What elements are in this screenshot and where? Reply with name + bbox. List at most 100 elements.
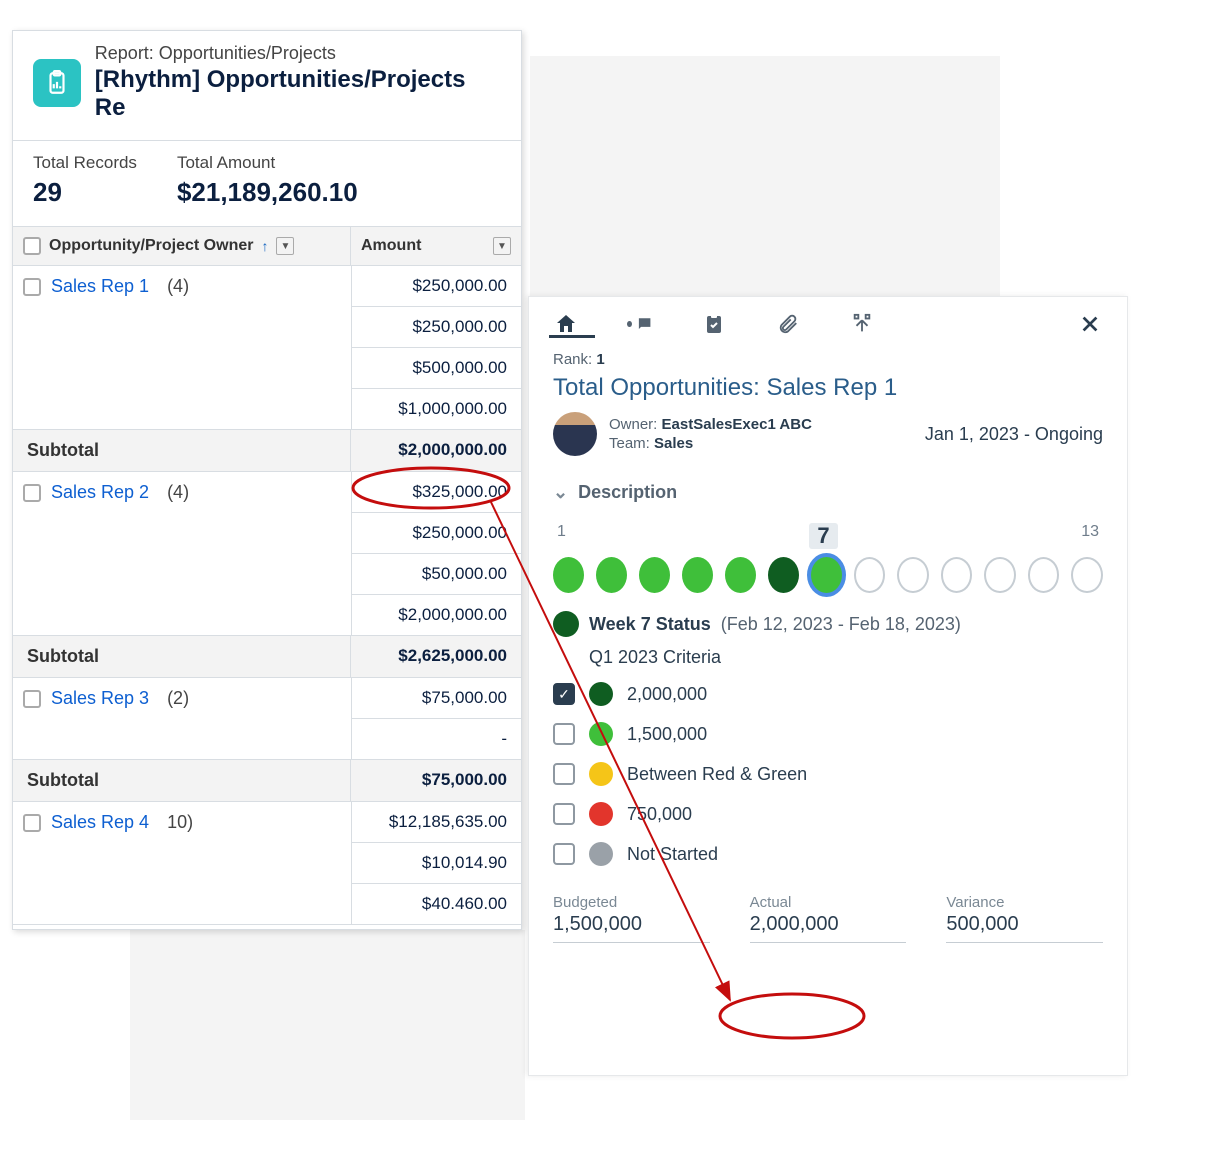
status-color-dot xyxy=(553,611,579,637)
group-owner-link[interactable]: Sales Rep 1 xyxy=(51,276,149,297)
home-icon[interactable] xyxy=(553,311,579,337)
criteria-checkbox[interactable] xyxy=(553,843,575,865)
criteria-row[interactable]: 1,500,000 xyxy=(553,722,1103,746)
avatar[interactable] xyxy=(553,412,597,456)
budgeted-actual-variance: Budgeted 1,500,000 Actual 2,000,000 Vari… xyxy=(553,894,1103,943)
tasks-icon[interactable] xyxy=(701,311,727,337)
status-title: Week 7 Status xyxy=(589,614,711,635)
amount-cell: $10,014.90 xyxy=(352,843,521,884)
close-icon[interactable] xyxy=(1077,311,1103,337)
criteria-label: Not Started xyxy=(627,844,718,865)
variance-label: Variance xyxy=(946,894,1103,911)
group-owner-link[interactable]: Sales Rep 2 xyxy=(51,482,149,503)
week-dot[interactable] xyxy=(1071,557,1103,593)
detail-tabs xyxy=(529,297,1127,337)
amount-cell: $250,000.00 xyxy=(352,307,521,348)
team-label: Team: xyxy=(609,435,650,452)
week-dot[interactable] xyxy=(596,557,627,593)
group-owner-link[interactable]: Sales Rep 4 xyxy=(51,812,149,833)
detail-title[interactable]: Total Opportunities: Sales Rep 1 xyxy=(553,374,1103,402)
report-totals: Total Records 29 Total Amount $21,189,26… xyxy=(13,141,521,227)
owner-column-menu[interactable]: ▼ xyxy=(276,237,294,255)
report-name: [Rhythm] Opportunities/Projects Re xyxy=(95,66,501,122)
criteria-label: 750,000 xyxy=(627,804,692,825)
criteria-row[interactable]: Between Red & Green xyxy=(553,762,1103,786)
actual-value[interactable]: 2,000,000 xyxy=(750,911,907,943)
criteria-color-dot xyxy=(589,722,613,746)
week-start: 1 xyxy=(557,523,566,549)
amount-column-menu[interactable]: ▼ xyxy=(493,237,511,255)
report-header: Report: Opportunities/Projects [Rhythm] … xyxy=(13,31,521,141)
background-block xyxy=(130,930,525,1120)
description-toggle[interactable]: ⌄ Description xyxy=(553,482,1103,503)
criteria-checkbox[interactable] xyxy=(553,803,575,825)
total-records-value: 29 xyxy=(33,177,137,208)
group-checkbox[interactable] xyxy=(23,814,41,832)
amount-cell: $50,000.00 xyxy=(352,554,521,595)
total-amount-value: $21,189,260.10 xyxy=(177,177,358,208)
owner-row: Owner: EastSalesExec1 ABC Team: Sales Ja… xyxy=(553,412,1103,456)
group-checkbox[interactable] xyxy=(23,690,41,708)
criteria-label: 1,500,000 xyxy=(627,724,707,745)
week-dot[interactable] xyxy=(768,557,799,593)
actual-label: Actual xyxy=(750,894,907,911)
group-checkbox[interactable] xyxy=(23,484,41,502)
detail-panel: Rank: 1 Total Opportunities: Sales Rep 1… xyxy=(528,296,1128,1076)
week-scale: 1 7 13 xyxy=(553,523,1103,549)
attachments-icon[interactable] xyxy=(775,311,801,337)
criteria-checkbox[interactable]: ✓ xyxy=(553,683,575,705)
budgeted-label: Budgeted xyxy=(553,894,710,911)
budgeted-value[interactable]: 1,500,000 xyxy=(553,911,710,943)
subtotal-row: Subtotal$2,625,000.00 xyxy=(13,636,521,678)
group-row: Sales Rep 3(2)$75,000.00- xyxy=(13,678,521,760)
criteria-row[interactable]: ✓2,000,000 xyxy=(553,682,1103,706)
criteria-checkbox[interactable] xyxy=(553,763,575,785)
amount-cell: $250,000.00 xyxy=(352,266,521,307)
owner-column-header[interactable]: Opportunity/Project Owner xyxy=(49,237,253,255)
week-dot[interactable] xyxy=(941,557,973,593)
amount-cell: - xyxy=(352,719,521,759)
subtotal-label: Subtotal xyxy=(13,760,351,801)
amount-column-header[interactable]: Amount xyxy=(361,237,421,255)
criteria-color-dot xyxy=(589,762,613,786)
total-amount-label: Total Amount xyxy=(177,153,358,173)
week-dot[interactable] xyxy=(897,557,929,593)
amount-cell: $325,000.00 xyxy=(352,472,521,513)
comments-icon[interactable] xyxy=(627,311,653,337)
amount-cell: $12,185,635.00 xyxy=(352,802,521,843)
report-type-label: Report: Opportunities/Projects xyxy=(95,43,501,64)
subtotal-value: $2,625,000.00 xyxy=(351,636,521,677)
criteria-checkbox[interactable] xyxy=(553,723,575,745)
sort-asc-icon[interactable]: ↑ xyxy=(261,238,268,254)
group-row: Sales Rep 2(4)$325,000.00$250,000.00$50,… xyxy=(13,472,521,636)
week-dot[interactable] xyxy=(553,557,584,593)
select-all-checkbox[interactable] xyxy=(23,237,41,255)
group-count: (4) xyxy=(167,276,189,297)
subtotal-value: $75,000.00 xyxy=(351,760,521,801)
week-current: 7 xyxy=(809,523,837,549)
week-dot[interactable] xyxy=(1028,557,1060,593)
week-dot[interactable] xyxy=(682,557,713,593)
group-checkbox[interactable] xyxy=(23,278,41,296)
criteria-row[interactable]: Not Started xyxy=(553,842,1103,866)
subtotal-row: Subtotal$2,000,000.00 xyxy=(13,430,521,472)
week-dot-current[interactable] xyxy=(811,557,842,593)
subtotal-label: Subtotal xyxy=(13,636,351,677)
team-value[interactable]: Sales xyxy=(654,435,693,452)
branch-icon[interactable] xyxy=(849,311,875,337)
owner-value[interactable]: EastSalesExec1 ABC xyxy=(662,416,812,433)
group-owner-link[interactable]: Sales Rep 3 xyxy=(51,688,149,709)
group-count: 10) xyxy=(167,812,193,833)
week-dot[interactable] xyxy=(984,557,1016,593)
criteria-row[interactable]: 750,000 xyxy=(553,802,1103,826)
date-range: Jan 1, 2023 - Ongoing xyxy=(925,424,1103,445)
amount-cell: $40.460.00 xyxy=(352,884,521,924)
variance-value[interactable]: 500,000 xyxy=(946,911,1103,943)
criteria-color-dot xyxy=(589,682,613,706)
week-dot[interactable] xyxy=(639,557,670,593)
subtotal-value: $2,000,000.00 xyxy=(351,430,521,471)
amount-cell: $2,000,000.00 xyxy=(352,595,521,635)
week-dot[interactable] xyxy=(725,557,756,593)
table-header: Opportunity/Project Owner ↑ ▼ Amount ▼ xyxy=(13,227,521,266)
week-dot[interactable] xyxy=(854,557,886,593)
